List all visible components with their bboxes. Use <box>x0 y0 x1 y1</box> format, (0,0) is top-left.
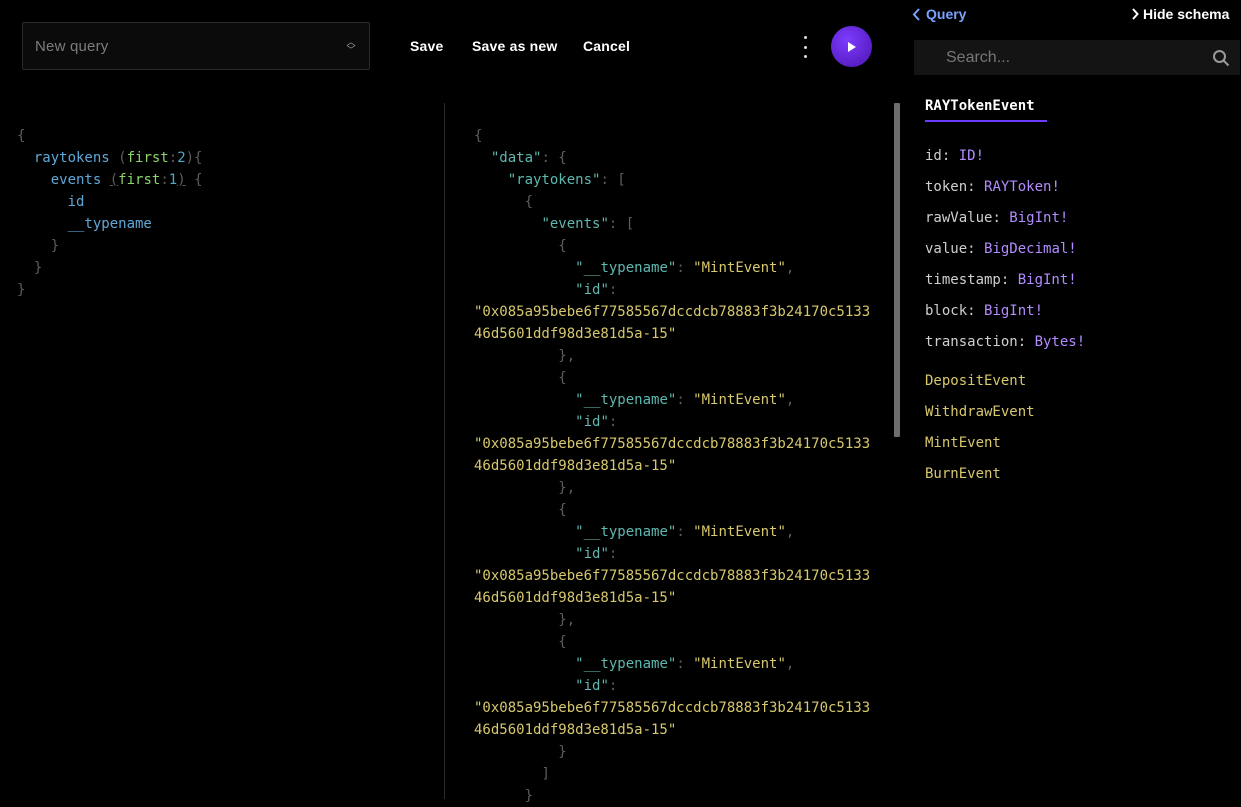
schema-search-input[interactable] <box>944 47 1212 68</box>
run-query-button[interactable] <box>831 26 872 67</box>
result-scrollbar[interactable] <box>894 103 900 437</box>
schema-field: id: ID! <box>925 148 985 164</box>
result-pane: { "data": { "raytokens": [ { "events": [… <box>474 128 871 804</box>
query-select-label: New query <box>35 37 109 55</box>
query-root-field: raytokens <box>33 150 110 166</box>
pane-divider[interactable] <box>444 103 445 799</box>
schema-field-type[interactable]: BigInt! <box>1009 210 1068 226</box>
schema-field-type[interactable]: BigDecimal! <box>984 241 1077 257</box>
query-subfield: id <box>67 194 85 210</box>
search-icon[interactable] <box>1212 49 1230 67</box>
schema-type-title: RAYTokenEvent <box>925 98 1047 122</box>
schema-field: timestamp: BigInt! <box>925 272 1077 288</box>
schema-field: rawValue: BigInt! <box>925 210 1069 226</box>
schema-field-type[interactable]: RAYToken! <box>984 179 1060 195</box>
schema-field-type[interactable]: ID! <box>959 148 984 164</box>
chevron-left-icon <box>912 7 920 21</box>
schema-field: transaction: Bytes! <box>925 334 1086 350</box>
schema-field: block: BigInt! <box>925 303 1044 319</box>
cancel-button[interactable]: Cancel <box>583 38 630 54</box>
schema-implementation-list: DepositEvent WithdrawEvent MintEvent Bur… <box>925 370 1035 494</box>
hide-schema-label: Hide schema <box>1143 6 1230 22</box>
save-as-new-button[interactable]: Save as new <box>472 38 557 54</box>
chevron-right-icon <box>1132 8 1139 20</box>
query-select[interactable]: New query ︿ ﹀ <box>22 22 370 70</box>
schema-type-link[interactable]: BurnEvent <box>925 463 1035 494</box>
schema-field-list: id: ID! token: RAYToken! rawValue: BigIn… <box>925 145 1085 362</box>
more-options-button[interactable] <box>797 36 813 58</box>
hide-schema-button[interactable]: Hide schema <box>1131 6 1229 22</box>
schema-field-type[interactable]: BigInt! <box>1018 272 1077 288</box>
schema-back-link[interactable]: Query <box>912 6 966 22</box>
schema-search <box>914 40 1240 75</box>
query-nested-field: events <box>50 172 102 188</box>
schema-field: token: RAYToken! <box>925 179 1060 195</box>
up-down-chevron-icon: ︿ ﹀ <box>346 37 356 55</box>
query-subfield: __typename <box>67 216 152 232</box>
schema-type-link[interactable]: MintEvent <box>925 432 1035 463</box>
schema-field: value: BigDecimal! <box>925 241 1077 257</box>
schema-type-link[interactable]: WithdrawEvent <box>925 401 1035 432</box>
schema-back-label: Query <box>926 6 967 22</box>
vertical-dots-icon <box>803 36 807 39</box>
query-editor[interactable]: { raytokens (first:2){ events (first:1) … <box>17 125 203 301</box>
play-icon <box>847 41 856 52</box>
schema-field-type[interactable]: Bytes! <box>1035 334 1086 350</box>
schema-type-link[interactable]: DepositEvent <box>925 370 1035 401</box>
save-button[interactable]: Save <box>410 38 444 54</box>
schema-field-type[interactable]: BigInt! <box>984 303 1043 319</box>
